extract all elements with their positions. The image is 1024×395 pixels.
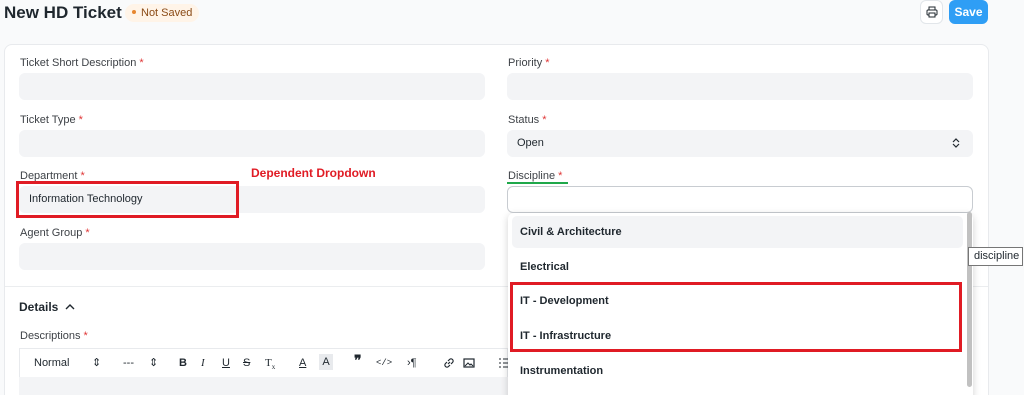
short-description-input[interactable]: [19, 73, 485, 100]
font-size-select[interactable]: ---: [123, 357, 134, 369]
clear-format-icon[interactable]: Tx: [265, 357, 275, 371]
select-arrows-icon: [952, 138, 960, 148]
required-mark: *: [545, 57, 550, 69]
status-label: Status *: [508, 114, 546, 126]
bold-icon[interactable]: B: [179, 357, 187, 369]
priority-label-text: Priority: [508, 57, 543, 69]
dropdown-option[interactable]: Electrical: [512, 251, 963, 283]
it-options-annotation-box: [510, 282, 962, 352]
discipline-label: Discipline *: [508, 170, 562, 182]
strikethrough-icon[interactable]: S: [243, 357, 250, 369]
status-label-text: Status: [508, 114, 540, 126]
save-button[interactable]: Save: [949, 0, 988, 24]
select-arrows-icon: ⇕: [149, 357, 159, 369]
descriptions-label: Descriptions *: [20, 330, 88, 342]
required-mark: *: [558, 170, 563, 182]
annotation-title: Dependent Dropdown: [251, 166, 376, 180]
blockquote-icon[interactable]: ❞: [354, 353, 362, 370]
text-style-select[interactable]: Normal: [34, 357, 69, 369]
select-arrows-icon: ⇕: [92, 357, 102, 369]
status-select-value: Open: [517, 137, 544, 149]
discipline-underline: [507, 182, 568, 184]
priority-select[interactable]: [507, 73, 973, 100]
dropdown-option[interactable]: Instrumentation: [512, 355, 963, 387]
agent-group-label-text: Agent Group: [20, 227, 83, 239]
department-annotation-box: [16, 181, 239, 218]
text-color-icon[interactable]: A: [299, 357, 306, 369]
required-mark: *: [83, 330, 88, 342]
ticket-type-label-text: Ticket Type: [20, 114, 76, 126]
italic-icon[interactable]: I: [201, 357, 205, 369]
details-section-title[interactable]: Details: [19, 300, 58, 314]
underline-icon[interactable]: U: [222, 357, 230, 369]
ticket-type-input[interactable]: [19, 130, 485, 157]
print-button[interactable]: [920, 0, 943, 24]
required-mark: *: [542, 114, 547, 126]
ordered-list-icon[interactable]: [498, 357, 508, 369]
descriptions-label-text: Descriptions: [20, 330, 81, 342]
page-title: New HD Ticket: [4, 3, 122, 22]
status-indicator: Not Saved: [125, 4, 200, 22]
printer-icon: [926, 6, 937, 18]
status-select[interactable]: Open: [507, 130, 973, 157]
status-text: Not Saved: [141, 7, 193, 19]
ticket-type-label: Ticket Type *: [20, 114, 83, 126]
tooltip: discipline: [968, 247, 1023, 266]
status-dot: [132, 10, 136, 15]
text-direction-icon[interactable]: ›¶: [407, 357, 417, 369]
short-description-label-text: Ticket Short Description: [20, 57, 137, 69]
agent-group-label: Agent Group *: [20, 227, 90, 239]
highlight-color-icon[interactable]: A: [319, 354, 333, 370]
editor-toolbar: Normal ⇕ --- ⇕ B I U S Tx A A ❞ </> ›¶: [19, 348, 508, 377]
required-mark: *: [78, 114, 83, 126]
descriptions-editor[interactable]: [19, 377, 508, 395]
required-mark: *: [85, 227, 90, 239]
discipline-label-text: Discipline: [508, 170, 556, 182]
discipline-input[interactable]: [507, 186, 973, 213]
dropdown-scrollbar[interactable]: [967, 212, 972, 387]
chevron-up-icon[interactable]: [64, 302, 76, 312]
link-icon[interactable]: [443, 357, 455, 369]
code-icon[interactable]: </>: [376, 358, 392, 368]
required-mark: *: [139, 57, 144, 69]
image-icon[interactable]: [463, 357, 475, 369]
dropdown-option[interactable]: Civil & Architecture: [512, 216, 963, 248]
agent-group-input[interactable]: [19, 243, 485, 270]
short-description-label: Ticket Short Description *: [20, 57, 144, 69]
priority-label: Priority *: [508, 57, 550, 69]
